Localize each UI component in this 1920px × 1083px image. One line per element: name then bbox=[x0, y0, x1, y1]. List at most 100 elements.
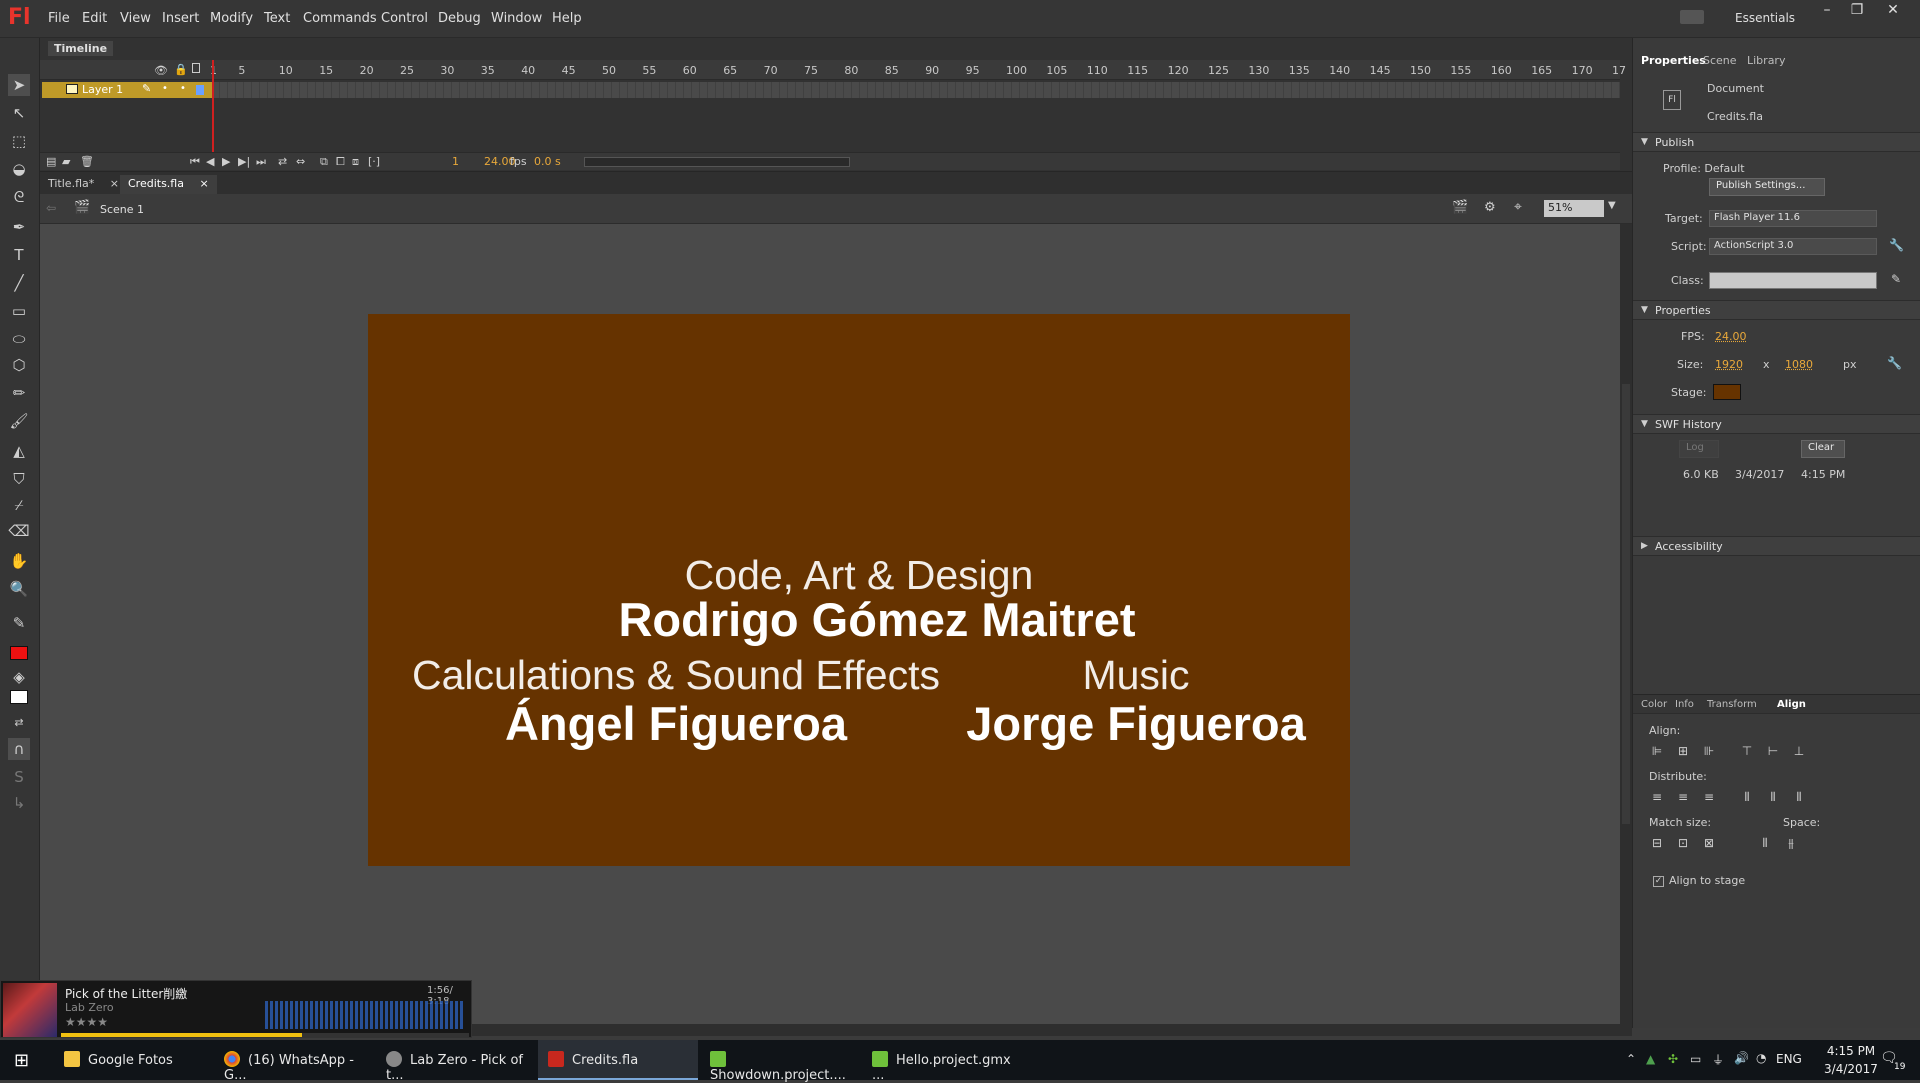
brush-tool-icon[interactable]: 🖌 bbox=[8, 410, 30, 432]
ruler-frame-number[interactable]: 70 bbox=[764, 64, 778, 77]
step-forward-icon[interactable]: ▶| bbox=[238, 155, 250, 168]
ruler-frame-number[interactable]: 65 bbox=[723, 64, 737, 77]
3d-rotation-tool-icon[interactable]: ◒ bbox=[8, 158, 30, 180]
edit-scene-icon[interactable]: 🎬 bbox=[1452, 200, 1468, 215]
ruler-frame-number[interactable]: 45 bbox=[562, 64, 576, 77]
ruler-frame-number[interactable]: 30 bbox=[440, 64, 454, 77]
music-player[interactable]: Pick of the Litter削繳 Lab Zero ★★★★ 1:56/… bbox=[0, 980, 472, 1038]
pen-tool-icon[interactable]: ✒ bbox=[8, 216, 30, 238]
ink-bottle-tool-icon[interactable]: ⛉ bbox=[8, 468, 30, 490]
credit-name-rodrigo[interactable]: Rodrigo Gómez Maitret bbox=[368, 592, 1386, 647]
section-publish[interactable]: ▼ Publish bbox=[1633, 132, 1920, 152]
tab-info[interactable]: Info bbox=[1675, 699, 1694, 710]
tab-transform[interactable]: Transform bbox=[1707, 699, 1757, 710]
fill-color-swatch[interactable] bbox=[10, 690, 28, 704]
timeline-ruler[interactable]: 👁 🔒 151015202530354045505560657075808590… bbox=[40, 60, 1626, 80]
section-accessibility[interactable]: ▶ Accessibility bbox=[1633, 536, 1920, 556]
publish-settings-button[interactable]: Publish Settings... bbox=[1709, 178, 1825, 196]
ruler-frame-number[interactable]: 155 bbox=[1450, 64, 1471, 77]
modify-markers-icon[interactable]: [·] bbox=[368, 155, 380, 168]
space-vertical-icon[interactable]: ⫵ bbox=[1783, 836, 1799, 850]
distribute-bottom-icon[interactable]: ≡ bbox=[1701, 790, 1717, 804]
stage[interactable]: Code, Art & Design Rodrigo Gómez Maitret… bbox=[368, 314, 1350, 866]
taskbar-item[interactable]: Google Fotos bbox=[52, 1040, 212, 1080]
clock-date[interactable]: 3/4/2017 bbox=[1814, 1062, 1888, 1076]
ruler-frame-number[interactable]: 170 bbox=[1572, 64, 1593, 77]
lock-dot[interactable]: • bbox=[180, 83, 186, 94]
layer-frames[interactable] bbox=[212, 82, 1620, 98]
lasso-tool-icon[interactable]: ᘓ bbox=[8, 186, 30, 208]
line-tool-icon[interactable]: ╱ bbox=[8, 272, 30, 294]
stage-vscrollbar[interactable] bbox=[1620, 224, 1632, 1024]
oval-tool-icon[interactable]: ⬭ bbox=[8, 328, 30, 350]
ruler-frame-number[interactable]: 60 bbox=[683, 64, 697, 77]
progress-track[interactable] bbox=[61, 1033, 469, 1037]
align-hcenter-icon[interactable]: ⊞ bbox=[1675, 744, 1691, 758]
ruler-frame-number[interactable]: 25 bbox=[400, 64, 414, 77]
match-both-icon[interactable]: ⊠ bbox=[1701, 836, 1717, 850]
layer-color-swatch[interactable] bbox=[196, 85, 204, 95]
match-height-icon[interactable]: ⊡ bbox=[1675, 836, 1691, 850]
ruler-frame-number[interactable]: 150 bbox=[1410, 64, 1431, 77]
tab-scene[interactable]: Scene bbox=[1703, 54, 1737, 67]
visibility-eye-icon[interactable]: 👁 bbox=[154, 64, 168, 77]
current-frame[interactable]: 1 bbox=[452, 155, 459, 168]
ruler-frame-number[interactable]: 17 bbox=[1612, 64, 1626, 77]
menu-text[interactable]: Text bbox=[264, 11, 290, 26]
distribute-vcenter-icon[interactable]: ≡ bbox=[1675, 790, 1691, 804]
center-frame-icon[interactable]: ⇔ bbox=[296, 155, 305, 168]
ruler-frame-number[interactable]: 10 bbox=[279, 64, 293, 77]
free-transform-tool-icon[interactable]: ⬚ bbox=[8, 130, 30, 152]
pencil-tool-icon[interactable]: ✏ bbox=[8, 382, 30, 404]
taskbar-item[interactable]: (16) WhatsApp - G... bbox=[214, 1040, 374, 1083]
ruler-frame-number[interactable]: 165 bbox=[1531, 64, 1552, 77]
match-width-icon[interactable]: ⊟ bbox=[1649, 836, 1665, 850]
onion-skin-icon[interactable]: ⧉ bbox=[320, 155, 328, 169]
ruler-frame-number[interactable]: 140 bbox=[1329, 64, 1350, 77]
windows-start-icon[interactable]: ⊞ bbox=[14, 1050, 29, 1071]
distribute-left-icon[interactable]: ⦀ bbox=[1739, 790, 1755, 804]
taskbar-item[interactable]: Hello.project.gmx ... bbox=[862, 1040, 1022, 1083]
center-stage-icon[interactable]: ⌖ bbox=[1514, 199, 1522, 215]
timeline-tab[interactable]: Timeline bbox=[48, 41, 114, 56]
ruler-frame-number[interactable]: 160 bbox=[1491, 64, 1512, 77]
tab-align[interactable]: Align bbox=[1777, 699, 1806, 710]
polystar-tool-icon[interactable]: ⬡ bbox=[8, 354, 30, 376]
stage-height[interactable]: 1080 bbox=[1785, 358, 1813, 371]
elapsed-time[interactable]: 0.0 s bbox=[534, 155, 561, 168]
layer-row[interactable]: Layer 1 ✎ • • bbox=[42, 82, 212, 98]
section-properties[interactable]: ▼ Properties bbox=[1633, 300, 1920, 320]
ruler-frame-number[interactable]: 145 bbox=[1370, 64, 1391, 77]
timeline-hscrollbar[interactable] bbox=[584, 157, 850, 167]
new-layer-icon[interactable]: ▤ bbox=[46, 155, 56, 168]
menu-help[interactable]: Help bbox=[552, 11, 582, 26]
stage-color-swatch[interactable] bbox=[1713, 384, 1741, 400]
wrench-icon[interactable]: 🔧 bbox=[1889, 238, 1904, 252]
log-button[interactable]: Log bbox=[1679, 440, 1719, 458]
tab-properties[interactable]: Properties bbox=[1641, 54, 1706, 67]
target-select[interactable]: Flash Player 11.6 bbox=[1709, 210, 1877, 227]
new-folder-icon[interactable]: ▰ bbox=[62, 155, 70, 168]
eraser-tool-icon[interactable]: ⌫ bbox=[8, 520, 30, 542]
tab-color[interactable]: Color bbox=[1641, 699, 1667, 710]
text-tool-icon[interactable]: T bbox=[8, 244, 30, 266]
input-language[interactable]: ENG bbox=[1776, 1052, 1802, 1066]
ruler-frame-number[interactable]: 125 bbox=[1208, 64, 1229, 77]
menu-commands[interactable]: Commands bbox=[303, 11, 377, 26]
close-tab-icon[interactable]: × bbox=[110, 177, 119, 190]
hand-tool-icon[interactable]: ✋ bbox=[8, 550, 30, 572]
close-tab-icon[interactable]: × bbox=[199, 177, 208, 190]
usb-icon[interactable]: ⏚ bbox=[1712, 1051, 1724, 1068]
ruler-frame-number[interactable]: 50 bbox=[602, 64, 616, 77]
drive-icon[interactable]: ▲ bbox=[1646, 1052, 1655, 1066]
ruler-frame-number[interactable]: 115 bbox=[1127, 64, 1148, 77]
go-to-last-frame-icon[interactable]: ⏭ bbox=[256, 155, 266, 169]
class-input[interactable] bbox=[1709, 272, 1877, 289]
sync-icon[interactable] bbox=[1680, 10, 1704, 24]
tab-library[interactable]: Library bbox=[1747, 54, 1785, 67]
workspace-switcher[interactable]: Essentials bbox=[1735, 11, 1795, 25]
edit-multiple-frames-icon[interactable]: ⧈ bbox=[352, 155, 359, 169]
align-bottom-icon[interactable]: ⊥ bbox=[1791, 744, 1807, 758]
clock-time[interactable]: 4:15 PM bbox=[1816, 1044, 1886, 1058]
credit-name-angel[interactable]: Ángel Figueroa bbox=[396, 696, 956, 751]
